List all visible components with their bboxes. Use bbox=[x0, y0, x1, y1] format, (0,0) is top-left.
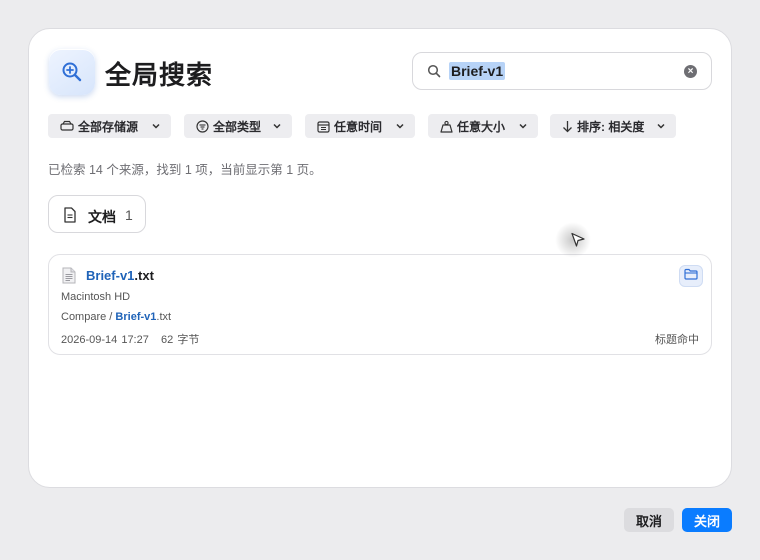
chevron-down-icon bbox=[395, 120, 405, 134]
result-size: 62 字节 bbox=[161, 334, 200, 346]
chevron-down-icon bbox=[151, 120, 161, 134]
result-date: 2026-09-14 17:27 bbox=[61, 334, 149, 346]
result-file-name[interactable]: Brief-v1.txt bbox=[86, 268, 154, 283]
filter-label: 全部类型 bbox=[213, 119, 262, 134]
tab-label: 文档 bbox=[88, 209, 116, 225]
path-prefix: Compare / bbox=[61, 311, 116, 323]
tab-documents[interactable]: 文档 1 bbox=[48, 195, 146, 233]
reveal-in-folder-button[interactable] bbox=[679, 265, 703, 287]
chevron-down-icon bbox=[656, 120, 666, 134]
filter-label: 任意大小 bbox=[457, 119, 506, 134]
filter-sort[interactable]: 排序: 相关度 bbox=[550, 114, 676, 138]
match-type-label: 标题命中 bbox=[655, 334, 699, 346]
sort-arrow-icon bbox=[562, 120, 573, 133]
search-icon bbox=[427, 64, 441, 83]
filter-type[interactable]: 全部类型 bbox=[184, 114, 292, 138]
text-file-icon bbox=[62, 267, 76, 289]
filter-label: 排序: 相关度 bbox=[577, 119, 645, 134]
path-match: Brief-v1 bbox=[115, 311, 157, 323]
name-match: Brief-v1 bbox=[86, 268, 135, 283]
filter-storage-source[interactable]: 全部存储源 bbox=[48, 114, 171, 138]
search-input[interactable]: Brief-v1 bbox=[449, 62, 506, 80]
search-summary: 已检索 14 个来源，找到 1 项，当前显示第 1 页。 bbox=[48, 163, 322, 177]
document-icon bbox=[63, 207, 77, 228]
filter-time[interactable]: 任意时间 bbox=[305, 114, 415, 138]
drive-icon bbox=[60, 120, 74, 132]
mouse-pointer-icon bbox=[570, 232, 586, 253]
clear-search-icon[interactable]: × bbox=[684, 65, 697, 78]
result-path: Compare / Brief-v1.txt bbox=[61, 311, 171, 323]
search-box[interactable]: Brief-v1 × bbox=[412, 52, 712, 90]
weight-icon bbox=[440, 120, 453, 133]
path-rest: .txt bbox=[156, 311, 172, 323]
close-button[interactable]: 关闭 bbox=[682, 508, 732, 532]
search-app-icon bbox=[49, 49, 95, 95]
filter-label: 任意时间 bbox=[334, 119, 383, 134]
result-item[interactable]: Brief-v1.txt Macintosh HD Compare / Brie… bbox=[48, 254, 712, 355]
result-volume: Macintosh HD bbox=[61, 291, 131, 303]
filter-size[interactable]: 任意大小 bbox=[428, 114, 538, 138]
search-panel: 全局搜索 Brief-v1 × 全部存储源 全部类型 任意时间 任意大小 排序:… bbox=[28, 28, 732, 488]
result-meta: 2026-09-14 17:27 62 字节 bbox=[61, 331, 199, 347]
tab-count: 1 bbox=[125, 207, 133, 223]
filter-label: 全部存储源 bbox=[78, 119, 139, 134]
folder-icon bbox=[684, 267, 698, 285]
chevron-down-icon bbox=[272, 120, 282, 134]
cancel-button[interactable]: 取消 bbox=[624, 508, 674, 532]
chevron-down-icon bbox=[518, 120, 528, 134]
page-title: 全局搜索 bbox=[105, 60, 214, 90]
calendar-icon bbox=[317, 120, 330, 133]
filter-icon bbox=[196, 119, 209, 133]
name-rest: .txt bbox=[134, 268, 154, 283]
